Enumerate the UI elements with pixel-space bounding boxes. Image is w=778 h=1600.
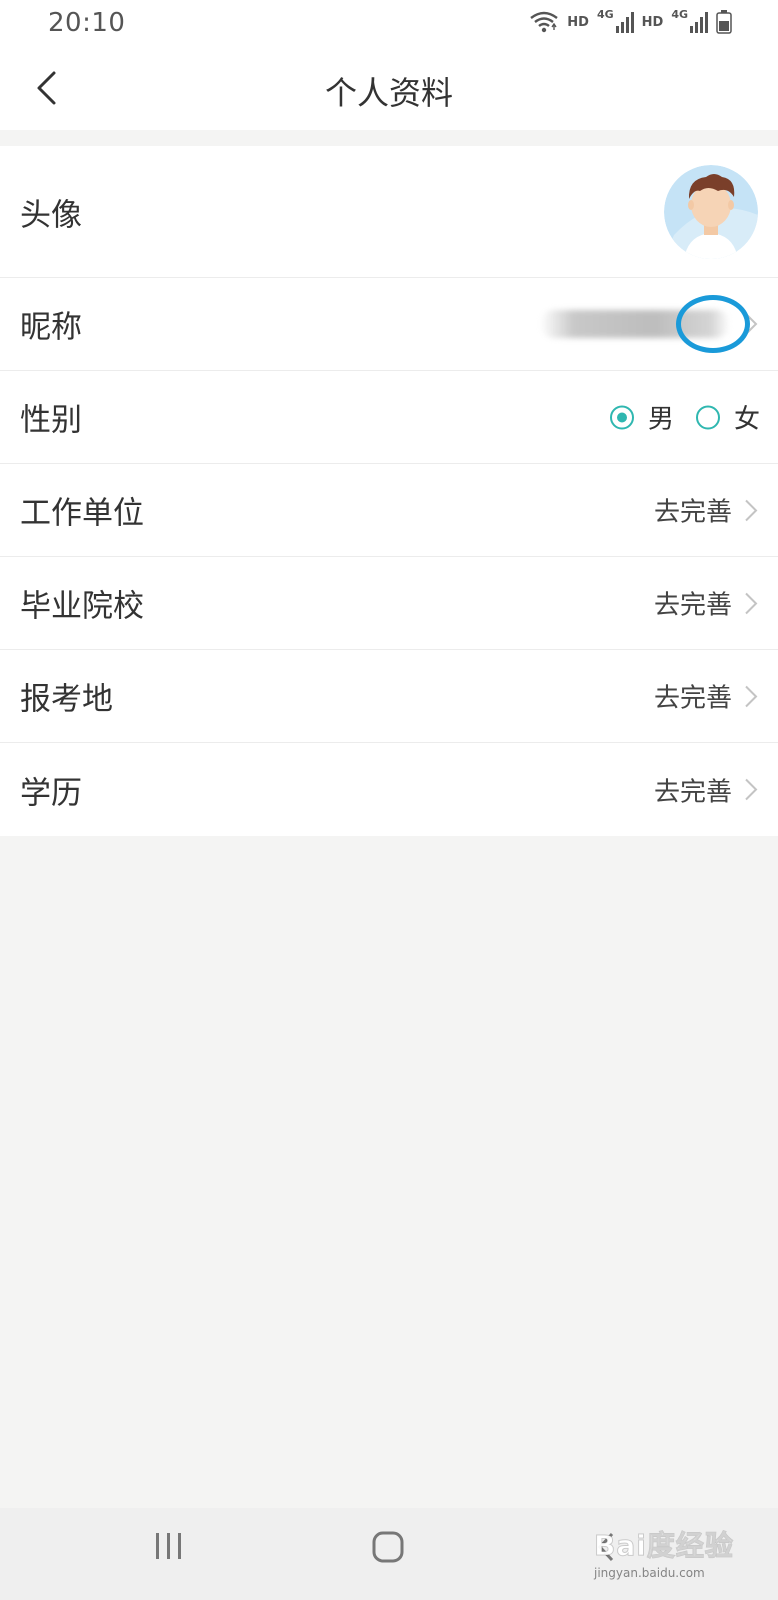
row-label: 学历 bbox=[20, 775, 82, 811]
network-label: 4G bbox=[671, 7, 688, 21]
home-icon[interactable] bbox=[371, 1530, 405, 1564]
nickname-row[interactable]: 昵称 bbox=[0, 278, 778, 371]
status-time: 20:10 bbox=[48, 8, 126, 38]
education-row[interactable]: 学历 去完善 bbox=[0, 743, 778, 836]
row-right: 去完善 bbox=[654, 771, 760, 808]
avatar-row[interactable]: 头像 bbox=[0, 146, 778, 278]
work-unit-row[interactable]: 工作单位 去完善 bbox=[0, 464, 778, 557]
gender-option-male[interactable]: 男 bbox=[609, 399, 674, 436]
status-icons: HD 4G HD 4G bbox=[529, 8, 732, 36]
system-nav-bar bbox=[0, 1508, 778, 1600]
back-icon[interactable] bbox=[596, 1530, 616, 1564]
row-label: 毕业院校 bbox=[20, 588, 144, 625]
avatar-icon[interactable] bbox=[664, 164, 758, 259]
page-title: 个人资料 bbox=[324, 74, 453, 112]
row-label: 性别 bbox=[20, 402, 82, 439]
network-label: 4G bbox=[596, 7, 614, 21]
signal-icon bbox=[615, 12, 634, 33]
recent-apps-icon[interactable] bbox=[154, 1530, 184, 1562]
row-right: 男 女 bbox=[609, 399, 760, 436]
row-value: 去完善 bbox=[653, 683, 732, 714]
gender-row: 性别 男 女 bbox=[0, 371, 778, 464]
row-right: 去完善 bbox=[654, 492, 760, 529]
hd-label: HD bbox=[567, 14, 589, 30]
row-value: 去完善 bbox=[653, 590, 732, 621]
chevron-right-icon bbox=[745, 499, 758, 521]
row-right bbox=[664, 164, 760, 259]
row-label: 工作单位 bbox=[20, 495, 144, 532]
chevron-right-icon bbox=[745, 778, 758, 801]
row-right bbox=[540, 310, 760, 338]
chevron-right-icon bbox=[745, 685, 758, 707]
battery-icon bbox=[716, 10, 732, 34]
radio-label: 女 bbox=[733, 404, 760, 435]
row-label: 报考地 bbox=[20, 681, 113, 718]
radio-unchecked-icon bbox=[695, 405, 720, 429]
header: 个人资料 bbox=[0, 46, 778, 130]
row-label: 头像 bbox=[20, 197, 82, 233]
nickname-value-blurred bbox=[540, 310, 730, 338]
row-right: 去完善 bbox=[654, 678, 760, 715]
chevron-right-icon bbox=[745, 313, 758, 335]
exam-location-row[interactable]: 报考地 去完善 bbox=[0, 650, 778, 743]
radio-checked-icon bbox=[609, 405, 634, 429]
gender-radio-group: 男 女 bbox=[609, 399, 760, 436]
signal-icon bbox=[690, 12, 708, 33]
row-value: 去完善 bbox=[653, 497, 732, 528]
school-row[interactable]: 毕业院校 去完善 bbox=[0, 557, 778, 650]
radio-label: 男 bbox=[647, 404, 674, 435]
wifi-icon bbox=[530, 11, 559, 33]
chevron-right-icon bbox=[745, 592, 758, 614]
row-value: 去完善 bbox=[653, 777, 732, 807]
row-right: 去完善 bbox=[654, 585, 760, 622]
profile-list: 头像 昵称 性别 男 女 工作单位 去完善 毕业院校 去完善 报考地 去完善 学… bbox=[0, 146, 778, 836]
row-label: 昵称 bbox=[20, 309, 82, 346]
status-bar: 20:10 HD 4G HD 4G bbox=[0, 0, 778, 46]
gender-option-female[interactable]: 女 bbox=[695, 399, 760, 436]
hd-label: HD bbox=[641, 14, 664, 30]
